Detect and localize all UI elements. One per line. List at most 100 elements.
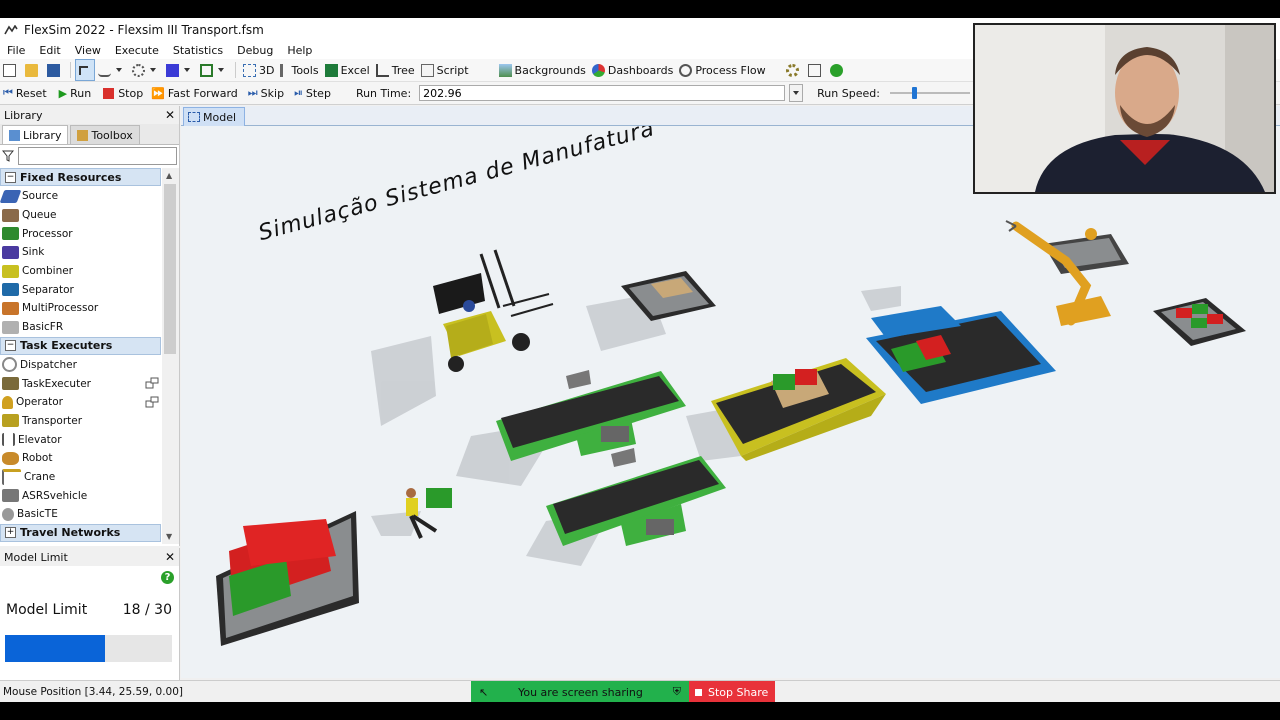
screen-sharing-notice[interactable]: ↖ You are screen sharing ⛨ — [471, 681, 689, 702]
library-item-basicfr[interactable]: BasicFR — [0, 318, 161, 337]
run-speed-slider[interactable] — [889, 85, 970, 101]
library-scrollbar[interactable]: ▲ ▼ — [162, 168, 179, 544]
new-button[interactable] — [0, 60, 22, 80]
model-limit-title: Model Limit — [4, 550, 68, 564]
forklift-transporter — [433, 249, 554, 372]
library-item-label: Robot — [22, 452, 53, 465]
grouping-button[interactable] — [197, 60, 231, 80]
tree-button[interactable]: Tree — [373, 60, 418, 80]
library-item-robot[interactable]: Robot — [0, 449, 161, 468]
tab-toolbox[interactable]: Toolbox — [70, 125, 140, 144]
model-3d-view[interactable]: Simulação Sistema de Manufatura — [181, 126, 1280, 678]
library-filter-input[interactable] — [18, 147, 177, 165]
library-item-operator[interactable]: Operator — [0, 393, 161, 412]
library-item-label: Sink — [22, 246, 45, 259]
reset-button[interactable]: ⏮ Reset — [0, 83, 50, 103]
category-fixed-resources[interactable]: − Fixed Resources — [0, 168, 161, 186]
library-item-separator[interactable]: Separator — [0, 280, 161, 299]
scroll-up-icon[interactable]: ▲ — [166, 171, 172, 180]
tab-toolbox-label: Toolbox — [91, 128, 133, 142]
script-icon — [420, 63, 434, 77]
open-button[interactable] — [22, 60, 44, 80]
run-button[interactable]: ▶ Run — [56, 83, 95, 103]
save-button[interactable] — [44, 60, 66, 80]
menu-execute[interactable]: Execute — [108, 44, 166, 57]
asrsvehicle-icon — [2, 489, 19, 503]
object-color-button[interactable] — [163, 60, 197, 80]
category-travel-networks[interactable]: + Travel Networks — [0, 523, 161, 542]
sink-pallet-right — [1153, 298, 1246, 346]
menu-edit[interactable]: Edit — [32, 44, 67, 57]
library-item-dispatcher[interactable]: Dispatcher — [0, 356, 161, 375]
model-limit-header: Model Limit ✕ — [0, 548, 179, 566]
settings-button[interactable] — [783, 60, 805, 80]
library-item-processor[interactable]: Processor — [0, 224, 161, 243]
library-item-multiprocessor[interactable]: MultiProcessor — [0, 299, 161, 318]
script-label: Script — [436, 63, 469, 77]
library-item-queue[interactable]: Queue — [0, 206, 161, 225]
layout-button[interactable] — [805, 60, 827, 80]
group-icon — [200, 63, 213, 77]
scroll-down-icon[interactable]: ▼ — [166, 532, 172, 541]
library-item-crane[interactable]: Crane — [0, 468, 161, 487]
help-icon[interactable]: ? — [161, 571, 174, 584]
help-button[interactable] — [827, 60, 849, 80]
library-item-asrsvehicle[interactable]: ASRSvehicle — [0, 486, 161, 505]
toolbar-separator — [235, 62, 236, 78]
script-button[interactable]: Script — [418, 60, 472, 80]
close-icon[interactable]: ✕ — [165, 550, 175, 564]
toolbar-separator — [70, 62, 71, 78]
process-flow-button[interactable]: Process Flow — [676, 60, 768, 80]
model-limit-panel: Model Limit ✕ ? Model Limit 18 / 30 — [0, 548, 180, 698]
basicfr-icon — [2, 320, 19, 334]
library-title: Library — [4, 108, 43, 122]
step-button[interactable]: ⏯ Step — [291, 83, 334, 103]
skip-button[interactable]: ⏭ Skip — [245, 83, 287, 103]
stop-share-label: Stop Share — [708, 685, 769, 699]
library-item-source[interactable]: Source — [0, 187, 161, 206]
connect-center-button[interactable] — [129, 60, 163, 80]
library-scroll-thumb[interactable] — [164, 184, 176, 354]
fast-forward-button[interactable]: ⏩ Fast Forward — [148, 83, 241, 103]
menu-debug[interactable]: Debug — [230, 44, 280, 57]
save-icon — [47, 63, 60, 77]
menu-help[interactable]: Help — [280, 44, 319, 57]
menu-view[interactable]: View — [68, 44, 108, 57]
library-item-transporter[interactable]: Transporter — [0, 412, 161, 431]
select-mode-button[interactable] — [75, 59, 95, 81]
tools-button[interactable]: Tools — [277, 60, 321, 80]
arrow-icon: ↖ — [479, 685, 489, 699]
tab-model[interactable]: Model — [183, 107, 246, 126]
run-time-dropdown[interactable] — [789, 84, 804, 102]
3d-button[interactable]: 3D — [240, 60, 277, 80]
backgrounds-label: Backgrounds — [514, 63, 586, 77]
skip-icon: ⏭ — [247, 86, 258, 99]
folder-icon — [25, 63, 38, 77]
library-list-scroll: − Fixed Resources Source Queue Processor … — [0, 168, 179, 544]
excel-button[interactable]: Excel — [322, 60, 373, 80]
library-item-basicte[interactable]: BasicTE — [0, 505, 161, 524]
stop-button[interactable]: Stop — [100, 83, 146, 103]
library-item-taskexecuter[interactable]: TaskExecuter — [0, 374, 161, 393]
library-item-sink[interactable]: Sink — [0, 243, 161, 262]
connect-mode-button[interactable] — [95, 60, 129, 80]
color-square-icon — [166, 63, 179, 77]
run-time-field[interactable] — [419, 85, 786, 101]
tab-library[interactable]: Library — [2, 125, 69, 144]
screen-share-banner: ↖ You are screen sharing ⛨ Stop Share — [471, 681, 775, 702]
menu-file[interactable]: File — [0, 44, 32, 57]
backgrounds-button[interactable]: Backgrounds — [496, 60, 589, 80]
run-speed-thumb[interactable] — [912, 87, 918, 99]
library-item-combiner[interactable]: Combiner — [0, 262, 161, 281]
tab-library-label: Library — [23, 128, 62, 142]
combiner-icon — [2, 264, 19, 278]
stop-share-button[interactable]: Stop Share — [689, 681, 775, 702]
category-task-executers[interactable]: − Task Executers — [0, 336, 161, 355]
library-item-elevator[interactable]: Elevator — [0, 430, 161, 449]
operator-icon — [2, 395, 13, 409]
source-box-stack — [216, 511, 359, 646]
dashboards-button[interactable]: Dashboards — [589, 60, 676, 80]
shield-icon: ⛨ — [672, 685, 681, 698]
menu-statistics[interactable]: Statistics — [166, 44, 230, 57]
close-icon[interactable]: ✕ — [165, 108, 175, 122]
